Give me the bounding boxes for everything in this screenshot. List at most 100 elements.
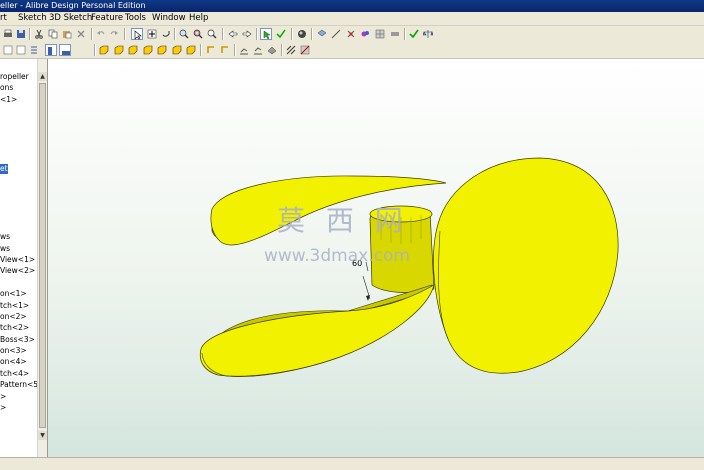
tree-item-view-1[interactable]: View<1> — [0, 255, 35, 265]
render-button[interactable] — [296, 28, 308, 40]
add-button[interactable] — [146, 28, 158, 40]
edges-button[interactable] — [285, 44, 297, 56]
axis-icon — [347, 30, 355, 38]
scroll-up-arrow-icon[interactable]: ▲ — [38, 72, 47, 81]
sidebar-scrollbar[interactable]: ▲ ▼ — [37, 59, 47, 459]
section-icon — [300, 45, 310, 55]
menu-tools[interactable]: Tools — [125, 12, 146, 25]
orient-button[interactable] — [205, 44, 217, 56]
tree-item-plane-4[interactable]: on<4> — [0, 357, 27, 367]
window-title: eller - Alibre Design Personal Edition — [0, 1, 146, 10]
view-back-button[interactable] — [113, 44, 125, 56]
menu-window[interactable]: Window — [152, 12, 186, 25]
section-button[interactable] — [299, 44, 311, 56]
tree-item-sketch-2[interactable]: tch<2> — [0, 323, 29, 333]
chart-icon — [240, 48, 248, 55]
forward-button[interactable] — [241, 28, 253, 40]
menu-part[interactable]: rt — [0, 12, 7, 25]
model-viewport[interactable]: 60 莫 西 网 www.3dmax.com — [48, 59, 704, 457]
tree-toggle2-button[interactable] — [59, 44, 71, 56]
plane-icon — [317, 29, 327, 37]
tree-item[interactable]: > — [0, 403, 6, 413]
point-button[interactable] — [359, 28, 371, 40]
scroll-down-arrow-icon[interactable]: ▼ — [38, 431, 47, 440]
view-bottom-button[interactable] — [142, 44, 154, 56]
tree-item-view-2[interactable]: View<2> — [0, 266, 35, 276]
view-front-button[interactable] — [98, 44, 110, 56]
tree-item-sketch-1[interactable]: tch<1> — [0, 301, 29, 311]
zoom-in-button[interactable] — [178, 28, 190, 40]
tree-item-plane-1[interactable]: on<1> — [0, 289, 27, 299]
panel2-button[interactable] — [15, 44, 27, 56]
pointer-button[interactable] — [260, 28, 272, 40]
orient-icon — [207, 46, 214, 53]
rotate-button[interactable] — [160, 28, 172, 40]
select-button[interactable] — [131, 28, 143, 40]
copy-button[interactable] — [47, 28, 59, 40]
tree-button[interactable] — [28, 44, 40, 56]
zoom-in-icon — [179, 29, 189, 39]
edges-icon — [286, 45, 296, 55]
tree-item-plane-2[interactable]: on<2> — [0, 312, 27, 322]
redo-button[interactable] — [108, 28, 120, 40]
undo-icon — [97, 31, 105, 35]
tree-item-selected[interactable]: et — [0, 164, 8, 174]
tree-icon — [48, 47, 52, 55]
view-iso-button[interactable] — [185, 44, 197, 56]
cut-button[interactable] — [33, 28, 45, 40]
tree-item-boss-3[interactable]: Boss<3> — [0, 335, 35, 345]
measure-button[interactable] — [389, 28, 401, 40]
line-button[interactable] — [330, 28, 342, 40]
paste-button[interactable] — [61, 28, 73, 40]
tree-icon — [62, 51, 70, 55]
view-front-icon — [99, 45, 109, 55]
grid-button[interactable] — [374, 28, 386, 40]
balance-button[interactable] — [422, 28, 434, 40]
tree-item[interactable]: <1> — [0, 95, 17, 105]
render-icon — [298, 30, 306, 38]
menu-3d-sketch[interactable]: 3D Sketch — [49, 12, 92, 25]
tree-item-connections[interactable]: ons — [0, 83, 13, 93]
shade-icon — [267, 46, 277, 55]
tree-toggle-button[interactable] — [45, 44, 57, 56]
redo-icon — [110, 31, 118, 35]
chart2-button[interactable] — [252, 44, 264, 56]
menu-help[interactable]: Help — [189, 12, 208, 25]
orient2-button[interactable] — [219, 44, 231, 56]
select-icon — [134, 30, 142, 40]
rotate-icon — [162, 31, 170, 37]
tree-item-views[interactable]: ws — [0, 232, 10, 242]
approve-button[interactable] — [408, 28, 420, 40]
chart-button[interactable] — [238, 44, 250, 56]
tree-item-root[interactable]: ropeller — [0, 72, 29, 82]
check-button[interactable] — [275, 28, 287, 40]
zoom-window-button[interactable] — [192, 28, 204, 40]
line-icon — [331, 29, 341, 39]
save-button[interactable] — [15, 28, 27, 40]
undo-button[interactable] — [95, 28, 107, 40]
title-bar: eller - Alibre Design Personal Edition — [0, 0, 704, 12]
print-button[interactable] — [2, 28, 14, 40]
delete-button[interactable] — [75, 28, 87, 40]
tree-item[interactable]: > — [0, 392, 6, 402]
axis-button[interactable] — [345, 28, 357, 40]
view-right-button[interactable] — [171, 44, 183, 56]
tree-item-sketch-4[interactable]: tch<4> — [0, 369, 29, 379]
point-icon — [361, 31, 369, 37]
shade-button[interactable] — [266, 44, 278, 56]
plane-button[interactable] — [316, 28, 328, 40]
tree-item-views[interactable]: ws — [0, 244, 10, 254]
scroll-thumb[interactable] — [39, 83, 46, 428]
menu-bar: rt Sketch 3D Sketch Feature Tools Window… — [0, 12, 704, 26]
view-left-button[interactable] — [156, 44, 168, 56]
view-top-icon — [128, 45, 138, 55]
menu-sketch[interactable]: Sketch — [18, 12, 47, 25]
tree-item-plane-3[interactable]: on<3> — [0, 346, 27, 356]
zoom-button[interactable] — [206, 28, 218, 40]
view-top-button[interactable] — [127, 44, 139, 56]
menu-feature[interactable]: Feature — [91, 12, 123, 25]
panel-button[interactable] — [2, 44, 14, 56]
back-button[interactable] — [227, 28, 239, 40]
pointer-icon — [263, 30, 271, 40]
measure-icon — [391, 32, 399, 36]
